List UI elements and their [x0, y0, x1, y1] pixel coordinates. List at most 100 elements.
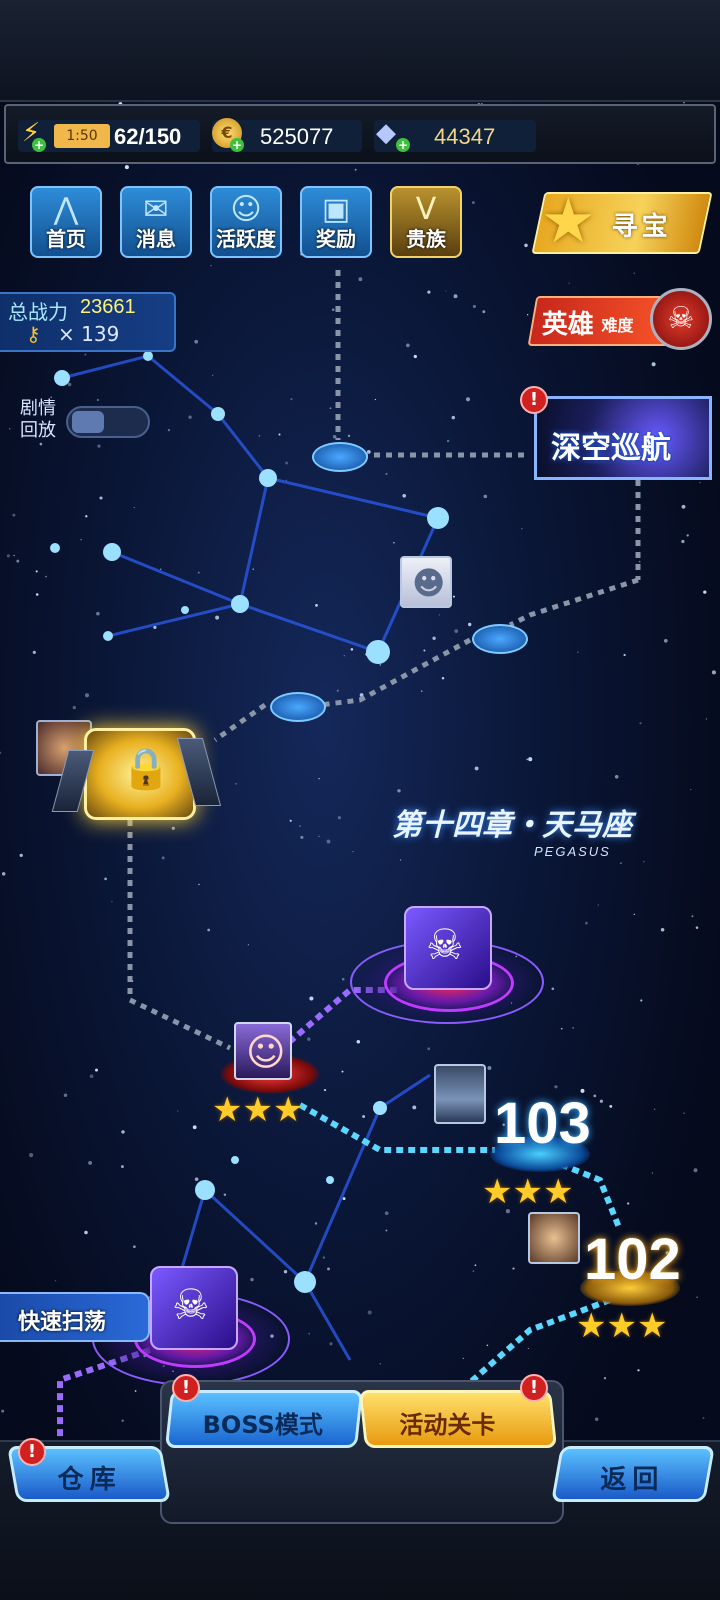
background-star — [278, 433, 281, 436]
boss-stage-node[interactable]: ☠ — [404, 906, 492, 990]
add-diamond-icon[interactable]: + — [396, 138, 410, 152]
background-star — [653, 1108, 656, 1111]
replay-toggle[interactable] — [66, 406, 150, 438]
nav-activity-button[interactable]: ☺ 活跃度 — [210, 186, 282, 258]
background-star — [336, 689, 339, 692]
nav-noble-label: 贵族 — [406, 227, 446, 251]
background-star — [474, 766, 479, 771]
nav-activity-label: 活跃度 — [216, 227, 276, 251]
background-star — [640, 999, 643, 1002]
background-star — [167, 429, 170, 432]
background-star — [329, 1342, 333, 1346]
background-star — [285, 479, 287, 481]
background-star — [356, 1039, 361, 1044]
add-energy-icon[interactable]: + — [32, 138, 46, 152]
stage-103-stars: ★★★ — [482, 1172, 573, 1212]
add-coin-icon[interactable]: + — [230, 138, 244, 152]
background-star — [96, 611, 100, 616]
background-star — [210, 265, 212, 267]
background-star — [451, 415, 456, 420]
background-star — [599, 1099, 604, 1103]
stage-102-label[interactable]: 102 — [584, 1226, 681, 1293]
background-star — [84, 353, 87, 356]
replay-toggle-knob — [72, 411, 104, 433]
background-star — [413, 354, 417, 359]
background-star — [283, 1270, 288, 1274]
character-card[interactable]: ☻ — [400, 556, 452, 608]
background-star — [223, 1193, 227, 1196]
background-star — [399, 859, 402, 861]
background-star — [465, 397, 471, 402]
background-star — [111, 900, 113, 903]
background-star — [619, 862, 622, 865]
character-stage-node[interactable]: ☺ — [234, 1022, 292, 1080]
power-value: 23661 — [80, 296, 136, 318]
background-star — [159, 568, 162, 571]
star-icon: ★ — [542, 1172, 574, 1212]
background-star — [699, 481, 701, 484]
diamond-icon: ◆ — [376, 118, 396, 148]
background-star — [683, 1112, 685, 1114]
skull-icon: ☠ — [650, 288, 712, 350]
star-icon: ★ — [576, 1306, 607, 1346]
background-star — [258, 434, 261, 437]
back-button[interactable]: 返回 — [551, 1446, 715, 1502]
treasure-button[interactable]: ★ 寻宝 — [531, 184, 713, 257]
stage-node-pad[interactable] — [472, 624, 528, 654]
stage-node-pad[interactable] — [270, 692, 326, 722]
background-star — [637, 1369, 640, 1372]
character-avatar-icon: ☻ — [412, 564, 446, 602]
nav-reward-button[interactable]: ▣ 奖励 — [300, 186, 372, 258]
nav-noble-button[interactable]: V 贵族 — [390, 186, 462, 258]
background-star — [614, 775, 619, 779]
background-star — [188, 415, 192, 419]
star-icon: ★ — [272, 1090, 304, 1130]
star-icon: ★ — [512, 1172, 543, 1212]
background-star — [80, 539, 82, 541]
background-star — [72, 705, 77, 710]
background-star — [703, 590, 707, 594]
background-star — [327, 1267, 330, 1271]
background-star — [603, 1377, 607, 1380]
background-star — [487, 1066, 492, 1070]
hero-difficulty-label2: 难度 — [601, 316, 634, 335]
star-icon: ★ — [606, 1306, 637, 1346]
background-star — [29, 1153, 34, 1158]
replay-label-line1: 剧情 — [20, 398, 56, 419]
background-star — [696, 1296, 698, 1299]
key-icon: ⚷ — [26, 322, 41, 346]
background-star — [329, 407, 332, 410]
background-star — [314, 1222, 318, 1225]
background-star — [572, 1027, 574, 1029]
background-star — [85, 515, 88, 518]
background-star — [483, 494, 488, 499]
background-star — [402, 494, 407, 498]
background-star — [472, 201, 475, 204]
background-star — [594, 1417, 599, 1421]
stage-node-pad[interactable] — [312, 442, 368, 472]
nav-home-button[interactable]: ⋀ 首页 — [30, 186, 102, 258]
background-star — [441, 676, 445, 680]
background-star — [39, 442, 43, 446]
background-star — [691, 915, 694, 918]
boss-stage-node[interactable]: ☠ — [150, 1266, 238, 1350]
background-star — [194, 1177, 199, 1181]
background-star — [705, 718, 707, 720]
background-star — [16, 559, 20, 563]
gift-icon: ▣ — [321, 192, 351, 227]
stage-102-stars: ★★★ — [576, 1306, 667, 1346]
quick-sweep-button[interactable]: 快速扫荡 — [0, 1292, 150, 1342]
quick-sweep-label: 快速扫荡 — [18, 1310, 107, 1335]
background-star — [454, 629, 459, 633]
background-star — [526, 313, 529, 316]
spaceship-icon: ★ — [540, 184, 597, 257]
nav-home-label: 首页 — [46, 227, 86, 251]
replay-label-line2: 回放 — [20, 420, 56, 441]
deep-space-cruise-button[interactable]: 深空巡航 — [534, 396, 712, 480]
stage-103-label[interactable]: 103 — [494, 1090, 591, 1157]
warehouse-alert-badge: ! — [18, 1438, 46, 1466]
background-star — [192, 1125, 197, 1130]
nav-message-button[interactable]: ✉ 消息 — [120, 186, 192, 258]
background-star — [423, 649, 426, 652]
character-avatar-icon: ☺ — [246, 1030, 286, 1074]
